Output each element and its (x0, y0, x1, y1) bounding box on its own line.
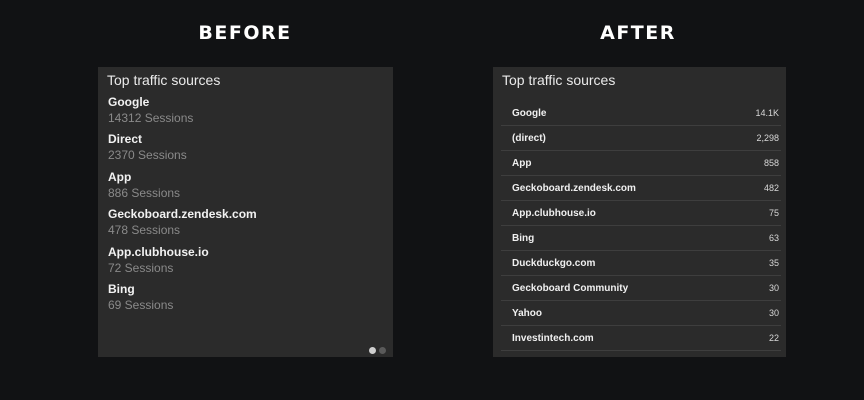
list-item: App.clubhouse.io 72 Sessions (108, 245, 383, 282)
source-name: App (512, 157, 532, 169)
session-value: 30 (768, 283, 779, 293)
table-row: App.clubhouse.io 75 (501, 201, 781, 226)
source-name: Yahoo (512, 307, 543, 319)
before-heading: BEFORE (198, 22, 292, 44)
session-count: 14312 Sessions (108, 111, 194, 125)
source-name: (direct) (512, 132, 546, 144)
session-count: 69 Sessions (108, 297, 174, 312)
list-item: App 886 Sessions (108, 170, 383, 207)
table-row: (direct) 2,298 (501, 126, 781, 151)
source-name: App.clubhouse.io (108, 244, 209, 259)
source-name: Investintech.com (512, 332, 594, 344)
source-name: Bing (108, 281, 135, 296)
pager-dot[interactable] (379, 347, 386, 354)
source-name: Bing (512, 232, 535, 244)
session-value: 22 (768, 333, 779, 343)
table-row: Google 14.1K (501, 101, 781, 126)
session-value: 35 (768, 258, 779, 268)
source-name: Geckoboard.zendesk.com (108, 207, 257, 222)
table-row: App 858 (501, 151, 781, 176)
widget-title: Top traffic sources (502, 72, 616, 88)
table-row: Geckoboard Community 30 (501, 276, 781, 301)
session-count: 886 Sessions (108, 185, 181, 200)
source-name: Google (512, 107, 547, 119)
table-row: Bing 63 (501, 226, 781, 251)
source-name: Google (108, 95, 150, 109)
list-item: Google 14312 Sessions (108, 95, 383, 132)
session-value: 858 (763, 158, 779, 168)
session-count: 2370 Sessions (108, 148, 187, 163)
after-heading: AFTER (600, 22, 676, 44)
pager-dots (369, 347, 386, 354)
session-count: 72 Sessions (108, 260, 174, 275)
list-item: Direct 2370 Sessions (108, 132, 383, 169)
session-value: 482 (763, 183, 779, 193)
source-name: App (108, 169, 132, 184)
widget-title: Top traffic sources (107, 72, 221, 88)
source-name: App.clubhouse.io (512, 207, 596, 219)
source-name: Duckduckgo.com (512, 257, 596, 269)
list-item: Bing 69 Sessions (108, 282, 383, 319)
session-count: 478 Sessions (108, 223, 181, 238)
after-widget: Top traffic sources Google 14.1K (direct) 2… (493, 67, 786, 357)
traffic-source-list: Google 14312 Sessions Direct 2370 Sessions A… (108, 95, 383, 319)
session-value: 30 (768, 308, 779, 318)
table-row: Geckoboard.zendesk.com 482 (501, 176, 781, 201)
session-value: 14.1K (755, 108, 779, 118)
traffic-source-table: Google 14.1K (direct) 2,298 App 858 Geckoboard… (501, 101, 781, 351)
session-value: 63 (768, 233, 779, 243)
session-value: 75 (768, 208, 779, 218)
session-value: 2,298 (756, 133, 779, 143)
source-name: Geckoboard Community (512, 282, 629, 294)
table-row: Yahoo 30 (501, 301, 781, 326)
source-name: Geckoboard.zendesk.com (512, 182, 636, 194)
pager-dot[interactable] (369, 347, 376, 354)
list-item: Geckoboard.zendesk.com 478 Sessions (108, 207, 383, 244)
before-widget: Top traffic sources Google 14312 Sessions… (98, 67, 393, 357)
source-name: Direct (108, 132, 143, 147)
table-row: Investintech.com 22 (501, 326, 781, 351)
table-row: Duckduckgo.com 35 (501, 251, 781, 276)
